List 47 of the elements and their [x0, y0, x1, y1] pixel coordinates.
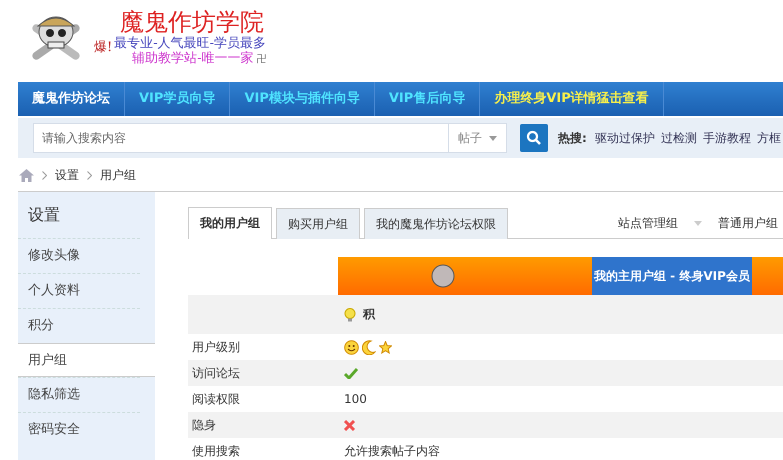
logo-slogan: 辅助教学站-唯一一家	[132, 52, 254, 67]
tab[interactable]: 我的魔鬼作坊论坛权限	[364, 208, 508, 239]
sidebar-item[interactable]: 隐私筛选	[18, 377, 140, 412]
caret-icon	[694, 220, 702, 226]
caret-icon	[489, 136, 497, 140]
chevron-icon	[87, 170, 92, 180]
nav-link[interactable]: 魔鬼作坊论坛	[18, 82, 125, 116]
permission-value: 100	[344, 392, 367, 406]
credits-label: 积	[363, 306, 375, 323]
chevron-icon	[42, 170, 47, 180]
sidebar-item[interactable]: 用户组	[18, 343, 155, 377]
sidebar-item[interactable]: 个人资料	[18, 273, 140, 308]
breadcrumb-link[interactable]: 设置	[55, 166, 79, 184]
search-icon	[526, 130, 542, 146]
nav-link[interactable]: 办理终身VIP详情猛击查看	[480, 82, 664, 116]
group-link[interactable]: 站点管理组	[618, 214, 678, 232]
sidebar-item[interactable]: 修改头像	[18, 238, 140, 273]
permission-value: 允许搜索帖子内容	[344, 442, 440, 460]
logo-slogan: 最专业-人气最旺-学员最多	[114, 36, 267, 51]
lightbulb-icon	[344, 308, 356, 322]
logo-exclaim: 爆!	[94, 39, 112, 56]
smiley-icon	[344, 340, 359, 354]
logo-mark: 卍	[256, 54, 267, 66]
breadcrumb-link[interactable]: 用户组	[100, 166, 136, 184]
sidebar-title: 设置	[27, 204, 61, 226]
hot-search-label: 热搜:	[558, 130, 587, 146]
search-button[interactable]	[520, 124, 548, 152]
hot-search-link[interactable]: 驱动过保护	[594, 130, 655, 146]
avatar-icon	[431, 264, 455, 288]
sidebar-item[interactable]: 密码安全	[18, 412, 140, 447]
star-icon	[379, 340, 392, 354]
hot-search-link[interactable]: 过检测	[660, 130, 697, 146]
group-link[interactable]: 普通用户组	[718, 214, 778, 232]
tab[interactable]: 购买用户组	[276, 208, 360, 239]
moon-icon	[362, 340, 376, 354]
hot-search-link[interactable]: 手游教程	[702, 130, 751, 146]
tab[interactable]: 我的用户组	[188, 207, 272, 239]
search-field[interactable]: 请输入搜索内容 帖子	[33, 123, 507, 153]
banner-title: 我的主用户组 - 终身VIP会员	[592, 257, 752, 295]
permission-label: 阅读权限	[191, 390, 241, 408]
logo-title: 魔鬼作坊学院	[119, 9, 266, 36]
permission-label: 访问论坛	[191, 364, 241, 382]
search-type-dropdown[interactable]: 帖子	[448, 124, 506, 152]
hot-search-link[interactable]: 方框	[756, 130, 781, 146]
permission-label: 用户级别	[191, 338, 241, 356]
permission-label: 隐身	[191, 416, 217, 434]
permission-label: 使用搜索	[191, 442, 241, 460]
